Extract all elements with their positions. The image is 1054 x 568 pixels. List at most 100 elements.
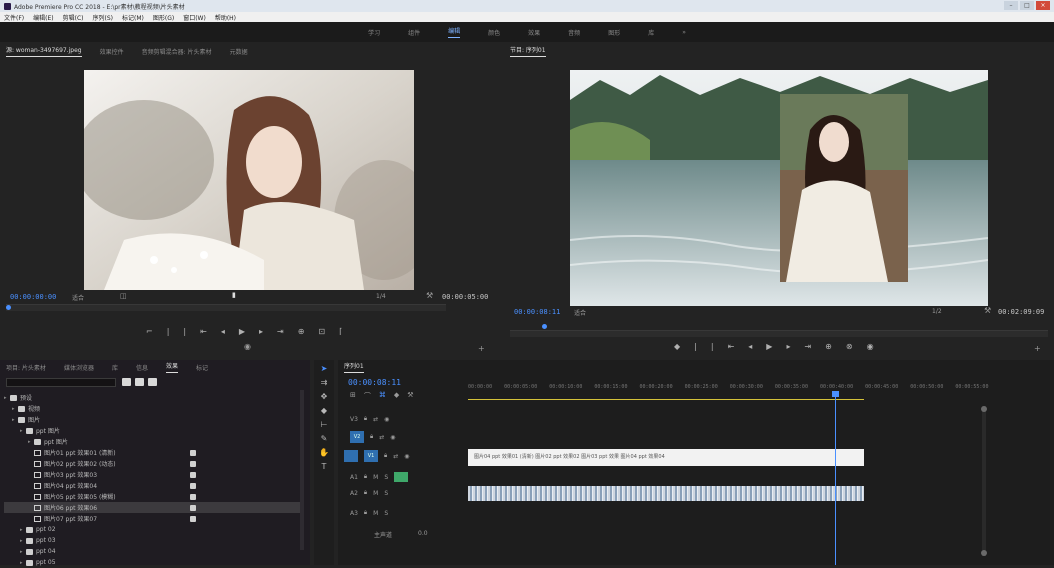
project-tree-row[interactable]: ▸ ppt 05 — [4, 557, 304, 568]
program-tab[interactable]: 节目: 序列01 — [510, 45, 546, 57]
solo-track-icon[interactable]: S — [384, 474, 388, 481]
solo-track-icon[interactable]: S — [384, 510, 388, 517]
step-back-frame-icon[interactable]: ◂ — [221, 327, 225, 336]
menu-item[interactable]: 帮助(H) — [215, 13, 236, 22]
pen-tool-icon[interactable]: ✎ — [319, 434, 329, 444]
project-tree-row[interactable]: 图片03 ppt 效果03 — [4, 469, 304, 480]
source-add-button-icon[interactable]: + — [478, 344, 485, 353]
mark-in-icon[interactable]: ⌐ — [146, 327, 153, 336]
project-tab[interactable]: 项目: 片头素材 — [6, 363, 46, 372]
mute-track-icon[interactable]: M — [373, 510, 378, 517]
source-playhead[interactable] — [6, 305, 11, 310]
project-tree-row[interactable]: ▸ ppt 图片 — [4, 436, 304, 447]
program-add-marker-icon[interactable]: ◆ — [674, 342, 680, 351]
source-tab[interactable]: 音频剪辑混合器: 片头素材 — [142, 47, 212, 56]
menu-item[interactable]: 图形(G) — [153, 13, 174, 22]
maximize-button[interactable]: □ — [1020, 1, 1034, 10]
export-frame-icon[interactable]: ⌈ — [339, 327, 342, 336]
overwrite-icon[interactable]: ⊡ — [318, 327, 325, 336]
timeline-ruler[interactable]: 00:00:00 00:00:05:00 00:00:10:00 00:00:15:0… — [468, 384, 988, 394]
toggle-output-icon[interactable]: ◉ — [390, 434, 395, 441]
video-clip-v1[interactable]: 图片04 ppt 效果01 (清新) 图片02 ppt 效果02 图片03 pp… — [468, 449, 864, 466]
work-area-bar[interactable] — [468, 399, 864, 400]
track-target-toggle[interactable]: A2 — [350, 490, 358, 497]
timeline-timecode[interactable]: 00:00:08:11 — [348, 378, 401, 387]
selection-tool-icon[interactable]: ➤ — [319, 364, 329, 374]
program-go-in-icon[interactable]: ⇤ — [728, 342, 735, 351]
mute-track-icon[interactable]: M — [373, 490, 378, 497]
source-camera-icon[interactable]: ◉ — [244, 342, 251, 351]
timeline-tab[interactable]: 序列01 — [344, 361, 364, 373]
snap-icon[interactable]: ⌒ — [364, 391, 371, 401]
master-track-value[interactable]: 0.0 — [418, 530, 428, 539]
timeline-zoom-knob-top[interactable] — [981, 406, 987, 412]
track-select-tool-icon[interactable]: ⇉ — [319, 378, 329, 388]
source-tab[interactable]: 效果控件 — [100, 47, 124, 56]
close-button[interactable]: × — [1036, 1, 1050, 10]
project-tree-row[interactable]: ▸ ppt 02 — [4, 524, 304, 535]
program-mark-in-icon[interactable]: | — [694, 342, 697, 351]
new-bin-icon[interactable] — [122, 378, 131, 386]
menu-item[interactable]: 序列(S) — [93, 13, 114, 22]
project-tab[interactable]: 效果 — [165, 361, 178, 373]
project-tree-row[interactable]: ▸ ppt 04 — [4, 546, 304, 557]
menu-item[interactable]: 标记(M) — [122, 13, 144, 22]
timeline-playhead[interactable] — [832, 391, 839, 397]
program-preview-image[interactable] — [570, 70, 988, 306]
program-mark-out-icon[interactable]: | — [711, 342, 714, 351]
source-settings-icon[interactable]: ◫ — [120, 292, 127, 300]
linked-selection-icon[interactable]: ⌘ — [379, 391, 386, 401]
track-target-toggle[interactable]: A1 — [350, 474, 358, 481]
project-tree-row[interactable]: 图片05 ppt 效果05 (模糊) — [4, 491, 304, 502]
workspace-tab[interactable]: 音频 — [568, 28, 580, 37]
mute-track-icon[interactable]: M — [373, 474, 378, 481]
toggle-sync-icon[interactable]: ⇄ — [393, 453, 398, 460]
project-tab[interactable]: 标记 — [196, 363, 208, 372]
track-target-toggle[interactable]: V1 — [364, 450, 378, 462]
track-target-toggle[interactable]: V3 — [350, 416, 358, 423]
project-tab[interactable]: 库 — [112, 363, 118, 372]
source-marker-icon[interactable]: ▮ — [232, 291, 236, 299]
project-tab[interactable]: 媒体浏览器 — [64, 363, 94, 372]
project-tree-row[interactable]: 图片06 ppt 效果06 — [4, 502, 304, 513]
program-go-out-icon[interactable]: ⇥ — [804, 342, 811, 351]
source-zoom-select[interactable]: 适合 — [72, 293, 84, 302]
program-play-icon[interactable]: ▶ — [766, 342, 772, 351]
workspace-tab[interactable]: 库 — [648, 28, 654, 37]
slip-tool-icon[interactable]: ⊢ — [319, 420, 329, 430]
workspace-tab[interactable]: 图形 — [608, 28, 620, 37]
hand-tool-icon[interactable]: ✋ — [319, 448, 329, 458]
source-patch-v1[interactable] — [344, 450, 358, 462]
menu-item[interactable]: 编辑(E) — [33, 13, 53, 22]
program-resolution-select[interactable]: 1/2 — [932, 308, 942, 315]
lock-track-icon[interactable]: 🔒︎ — [370, 433, 373, 441]
project-scrollbar[interactable] — [300, 390, 304, 550]
workspace-tab[interactable]: 组件 — [408, 28, 420, 37]
timeline-zoom-knob-bottom[interactable] — [981, 550, 987, 556]
menu-item[interactable]: 窗口(W) — [183, 13, 206, 22]
track-target-toggle[interactable]: V2 — [350, 431, 364, 443]
track-target-toggle[interactable]: A3 — [350, 510, 358, 517]
program-wrench-icon[interactable]: ⚒ — [984, 306, 991, 315]
lock-track-icon[interactable]: 🔒︎ — [364, 489, 367, 497]
source-timecode[interactable]: 00:00:00:00 — [10, 293, 56, 301]
project-search-input[interactable] — [6, 378, 116, 387]
toggle-output-icon[interactable]: ◉ — [384, 416, 389, 423]
icon-view-icon[interactable] — [148, 378, 157, 386]
program-scrub-bar[interactable] — [510, 330, 1048, 337]
voiceover-record-icon[interactable] — [394, 472, 409, 482]
source-wrench-icon[interactable]: ⚒ — [426, 291, 433, 300]
program-timecode[interactable]: 00:00:08:11 — [514, 308, 560, 316]
audio-clip-a1[interactable] — [468, 486, 864, 501]
workspace-tab[interactable]: 效果 — [528, 28, 540, 37]
workspace-tab[interactable]: 颜色 — [488, 28, 500, 37]
program-lift-icon[interactable]: ⊕ — [825, 342, 832, 351]
source-resolution-select[interactable]: 1/4 — [376, 293, 386, 300]
program-step-forward-icon[interactable]: ▸ — [786, 342, 790, 351]
project-tree-row[interactable]: ▸ ppt 图片 — [4, 425, 304, 436]
program-export-frame-icon[interactable]: ◉ — [867, 342, 874, 351]
project-tab[interactable]: 信息 — [136, 363, 148, 372]
source-scrub-bar[interactable] — [6, 304, 446, 311]
mark-out-icon[interactable]: | — [167, 327, 170, 336]
project-tree-row[interactable]: ▸ 视频 — [4, 403, 304, 414]
